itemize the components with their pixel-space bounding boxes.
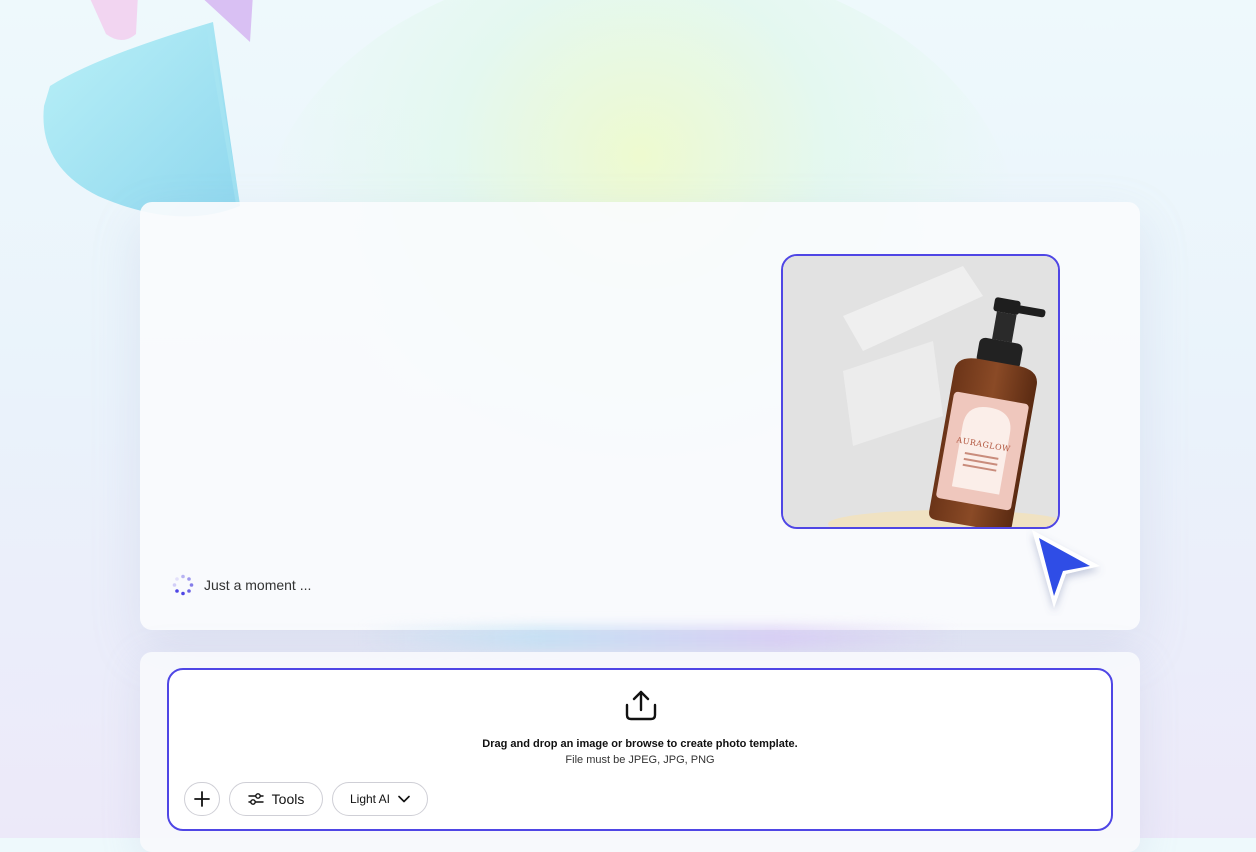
add-button[interactable]: [184, 782, 220, 816]
generation-card: AURAGLOW Just a moment ...: [140, 202, 1140, 630]
upload-title: Drag and drop an image or browse to crea…: [482, 738, 798, 750]
upload-subtitle: File must be JPEG, JPG, PNG: [565, 754, 715, 766]
upload-icon: [625, 690, 657, 721]
loading-spinner-icon: [172, 574, 194, 596]
pointer-cursor-icon: [1032, 530, 1100, 608]
model-select[interactable]: Light AI: [332, 782, 428, 816]
tools-button[interactable]: Tools: [229, 782, 323, 816]
tools-label: Tools: [271, 791, 305, 807]
chevron-down-icon: [398, 795, 410, 803]
decorative-cone: [43, 22, 240, 217]
sliders-icon: [247, 793, 264, 805]
model-select-label: Light AI: [349, 792, 391, 806]
status-text: Just a moment ...: [204, 577, 312, 593]
product-bottle-image: AURAGLOW: [783, 256, 1058, 527]
upload-dropzone[interactable]: Drag and drop an image or browse to crea…: [167, 668, 1113, 831]
product-image-preview[interactable]: AURAGLOW: [781, 254, 1060, 529]
plus-icon: [194, 791, 210, 807]
upload-card: Drag and drop an image or browse to crea…: [140, 652, 1140, 852]
loading-status: Just a moment ...: [172, 574, 311, 596]
decorative-glow-strip: [360, 626, 960, 650]
